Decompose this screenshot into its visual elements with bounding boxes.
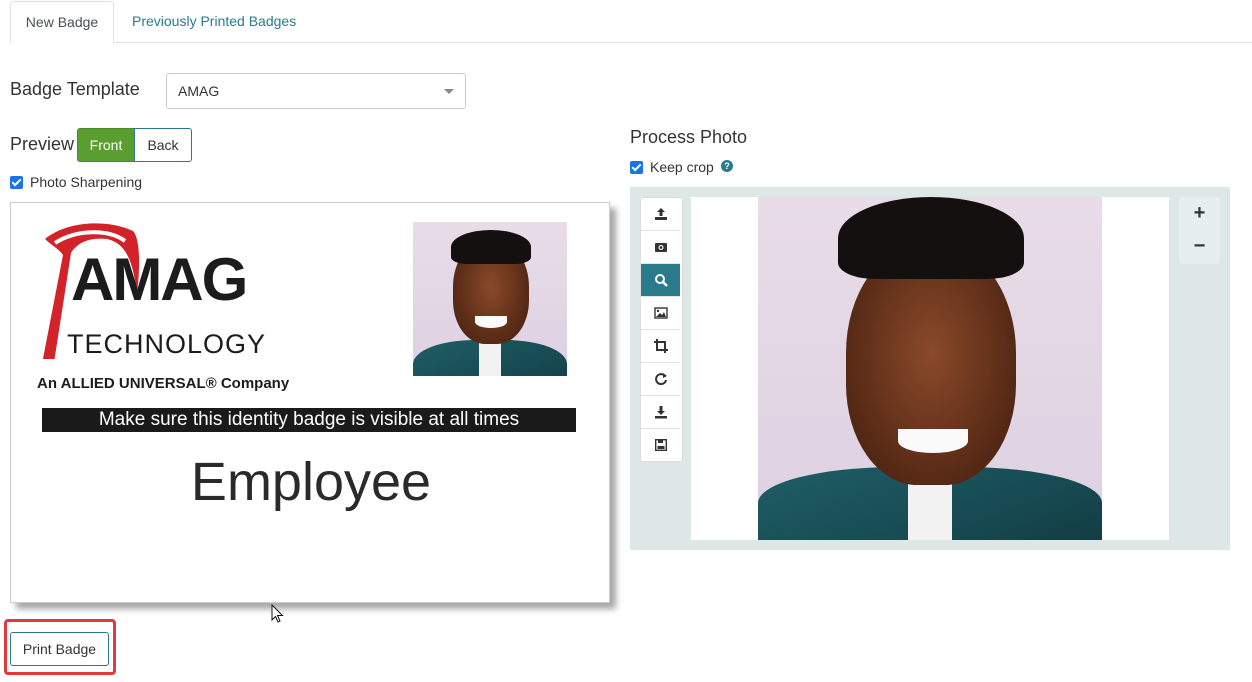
badge-template-select[interactable]: AMAG — [166, 73, 466, 109]
download-icon[interactable] — [641, 396, 680, 429]
upload-icon[interactable] — [641, 198, 680, 231]
zoom-out-button[interactable]: − — [1179, 230, 1220, 263]
camera-icon[interactable] — [641, 231, 680, 264]
help-icon[interactable]: ? — [721, 160, 733, 172]
tabs-divider — [10, 42, 1252, 43]
badge-role: Employee — [190, 452, 432, 512]
editor-photo — [758, 197, 1102, 540]
badge-preview: AMAG TECHNOLOGY An ALLIED UNIVERSAL® Com… — [10, 202, 610, 603]
tab-previously-printed-badges[interactable]: Previously Printed Badges — [116, 1, 312, 42]
save-icon[interactable] — [641, 429, 680, 461]
logo-subtitle: TECHNOLOGY — [67, 329, 267, 359]
process-photo-title: Process Photo — [630, 127, 748, 147]
badge-photo — [413, 222, 567, 376]
crop-icon[interactable] — [641, 330, 680, 363]
photo-toolbar — [640, 197, 683, 462]
print-badge-button[interactable]: Print Badge — [10, 632, 109, 666]
back-toggle-button[interactable]: Back — [134, 128, 192, 162]
photo-sharpening-checkbox[interactable] — [10, 176, 23, 189]
visibility-notice: Make sure this identity badge is visible… — [42, 408, 576, 432]
photo-crop-canvas[interactable] — [691, 197, 1169, 540]
photo-sharpening-label: Photo Sharpening — [30, 174, 143, 190]
badge-template-value: AMAG — [178, 83, 220, 99]
logo-wordmark: AMAG — [71, 246, 248, 313]
zoom-controls: + − — [1179, 197, 1220, 264]
zoom-in-button[interactable]: + — [1179, 197, 1220, 230]
rotate-icon[interactable] — [641, 363, 680, 396]
mouse-cursor-icon — [271, 604, 284, 623]
front-toggle-button[interactable]: Front — [77, 128, 135, 162]
keep-crop-label: Keep crop — [650, 159, 714, 175]
chevron-down-icon — [444, 89, 454, 94]
preview-label: Preview — [10, 134, 75, 154]
keep-crop-checkbox[interactable] — [630, 161, 643, 174]
search-icon[interactable] — [641, 264, 680, 297]
image-icon[interactable] — [641, 297, 680, 330]
tab-new-badge[interactable]: New Badge — [10, 1, 114, 43]
badge-template-label: Badge Template — [10, 79, 140, 99]
logo-company-line: An ALLIED UNIVERSAL® Company — [37, 375, 290, 392]
